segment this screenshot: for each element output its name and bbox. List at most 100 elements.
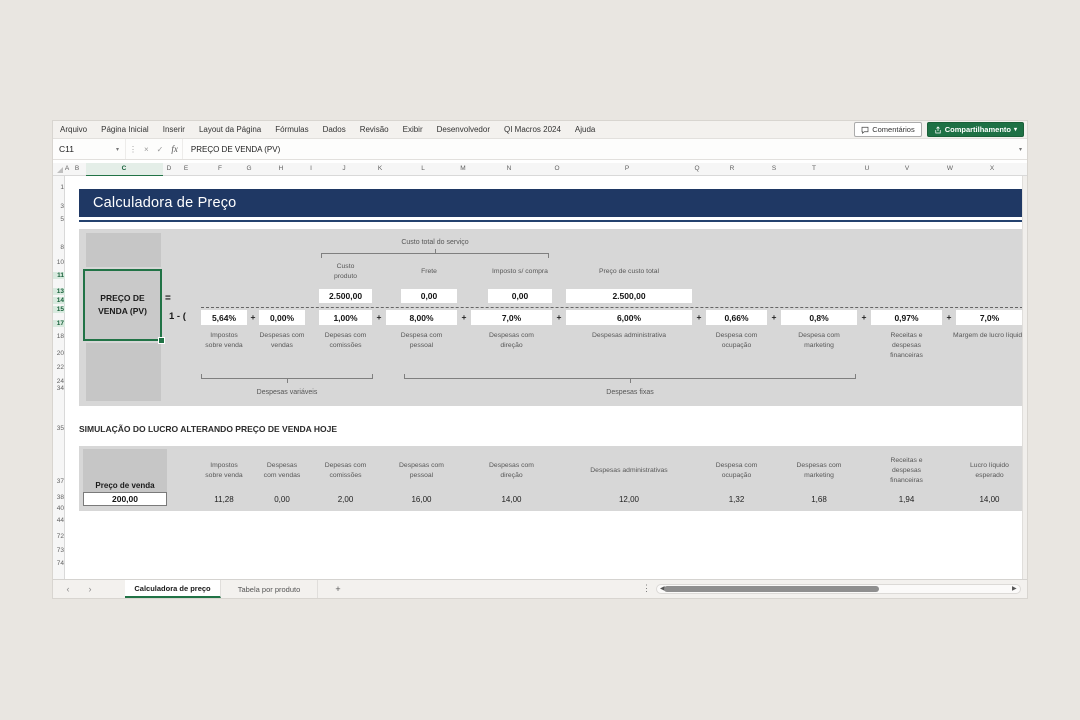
sim-value-cell-receitas-e-despesas-financeiras[interactable]: 1,94 bbox=[877, 495, 937, 504]
menu-item-formulas[interactable]: Fórmulas bbox=[268, 121, 315, 139]
menu-item-arquivo[interactable]: Arquivo bbox=[53, 121, 94, 139]
row-header-72[interactable]: 72 bbox=[53, 533, 65, 540]
column-header-n[interactable]: N bbox=[502, 165, 516, 172]
percent-cell-impostos-sobre-venda[interactable]: 5,64% bbox=[201, 310, 247, 325]
price-input-cell[interactable]: 200,00 bbox=[83, 492, 167, 506]
menu-item-exibir[interactable]: Exibir bbox=[396, 121, 430, 139]
sim-value-cell-despesas-administrativas[interactable]: 12,00 bbox=[599, 495, 659, 504]
sim-column-header-despesas-com-direcao: Despesas com direção bbox=[478, 451, 546, 491]
menu-item-layout-da-pagina[interactable]: Layout da Página bbox=[192, 121, 268, 139]
row-header-34[interactable]: 34 bbox=[53, 385, 65, 392]
sim-value-cell-depesas-com-comissoes[interactable]: 2,00 bbox=[316, 495, 376, 504]
confirm-icon[interactable]: ✓ bbox=[153, 145, 168, 154]
column-header-v[interactable]: V bbox=[900, 165, 914, 172]
column-header-m[interactable]: M bbox=[456, 165, 470, 172]
row-header-20[interactable]: 20 bbox=[53, 350, 65, 357]
menu-item-qi-macros-2024[interactable]: QI Macros 2024 bbox=[497, 121, 568, 139]
column-header-s[interactable]: S bbox=[767, 165, 781, 172]
column-header-d[interactable]: D bbox=[162, 165, 176, 172]
row-header-35[interactable]: 35 bbox=[53, 425, 65, 432]
sim-value-cell-despesa-com-ocupacao[interactable]: 1,32 bbox=[707, 495, 767, 504]
column-header-h[interactable]: H bbox=[274, 165, 288, 172]
cost-value-cell-imposto-s-compra[interactable]: 0,00 bbox=[488, 289, 552, 303]
menu-item-ajuda[interactable]: Ajuda bbox=[568, 121, 602, 139]
row-header-1[interactable]: 1 bbox=[53, 184, 65, 191]
row-header-37[interactable]: 37 bbox=[53, 478, 65, 485]
column-header-x[interactable]: X bbox=[985, 165, 999, 172]
menu-item-inserir[interactable]: Inserir bbox=[156, 121, 192, 139]
horizontal-scrollbar-thumb[interactable] bbox=[664, 586, 879, 592]
sim-value-cell-lucro-liquido-esperado[interactable]: 14,00 bbox=[960, 495, 1020, 504]
percent-cell-receitas-e-despesas-financeiras[interactable]: 0,97% bbox=[871, 310, 942, 325]
row-header-22[interactable]: 22 bbox=[53, 364, 65, 371]
column-header-e[interactable]: E bbox=[179, 165, 193, 172]
column-header-o[interactable]: O bbox=[550, 165, 564, 172]
column-header-t[interactable]: T bbox=[807, 165, 821, 172]
percent-cell-despesa-com-ocupacao[interactable]: 0,66% bbox=[706, 310, 767, 325]
sim-value-cell-impostos-sobre-venda[interactable]: 11,28 bbox=[194, 495, 254, 504]
menu-item-revisao[interactable]: Revisão bbox=[353, 121, 396, 139]
sheet-tab-calculadora-de-preco[interactable]: Calculadora de preço bbox=[125, 580, 221, 598]
column-header-j[interactable]: J bbox=[337, 165, 351, 172]
column-header-g[interactable]: G bbox=[242, 165, 256, 172]
percent-cell-despesa-com-pessoal[interactable]: 8,00% bbox=[386, 310, 457, 325]
next-sheet-arrow[interactable]: › bbox=[79, 580, 101, 598]
column-header-l[interactable]: L bbox=[416, 165, 430, 172]
prev-sheet-arrow[interactable]: ‹ bbox=[57, 580, 79, 598]
column-header-f[interactable]: F bbox=[213, 165, 227, 172]
row-header-74[interactable]: 74 bbox=[53, 560, 65, 567]
cost-value-cell-frete[interactable]: 0,00 bbox=[401, 289, 457, 303]
percent-label-depesas-com-comissoes: Depesas com comissões bbox=[321, 331, 371, 351]
cancel-icon[interactable]: × bbox=[140, 145, 153, 154]
percent-cell-margem-de-lucro-liquido[interactable]: 7,0% bbox=[956, 310, 1023, 325]
row-header-5[interactable]: 5 bbox=[53, 216, 65, 223]
percent-cell-despesas-administrativa[interactable]: 6,00% bbox=[566, 310, 692, 325]
column-header-u[interactable]: U bbox=[860, 165, 874, 172]
row-header-38[interactable]: 38 bbox=[53, 494, 65, 501]
comments-button[interactable]: Comentários bbox=[854, 122, 922, 137]
sim-column-header-despesas-com-marketing: Despesas com marketing bbox=[786, 451, 852, 491]
column-header-w[interactable]: W bbox=[943, 165, 957, 172]
sim-value-cell-despesas-com-marketing[interactable]: 1,68 bbox=[789, 495, 849, 504]
row-header-8[interactable]: 8 bbox=[53, 244, 65, 251]
cost-value-cell-preco-de-custo-total[interactable]: 2.500,00 bbox=[566, 289, 692, 303]
vertical-scrollbar[interactable] bbox=[1022, 176, 1027, 581]
column-header-c[interactable]: C bbox=[117, 165, 131, 172]
selected-cell-preco-de-venda[interactable]: PREÇO DE VENDA (PV) bbox=[83, 269, 162, 341]
title-underline bbox=[79, 220, 1024, 222]
scroll-right-icon[interactable]: ▶ bbox=[1012, 585, 1017, 592]
column-header-p[interactable]: P bbox=[620, 165, 634, 172]
percent-cell-despesas-com-direcao[interactable]: 7,0% bbox=[471, 310, 552, 325]
menu-item-dados[interactable]: Dados bbox=[316, 121, 353, 139]
row-header-18[interactable]: 18 bbox=[53, 333, 65, 340]
row-header-3[interactable]: 3 bbox=[53, 203, 65, 210]
column-header-b[interactable]: B bbox=[70, 165, 84, 172]
add-sheet-button[interactable]: + bbox=[318, 580, 358, 598]
percent-cell-depesas-com-comissoes[interactable]: 1,00% bbox=[319, 310, 372, 325]
fill-handle[interactable] bbox=[158, 337, 165, 344]
column-header-k[interactable]: K bbox=[373, 165, 387, 172]
column-header-r[interactable]: R bbox=[725, 165, 739, 172]
column-header-i[interactable]: I bbox=[304, 165, 318, 172]
sim-value-cell-despesas-com-vendas[interactable]: 0,00 bbox=[252, 495, 312, 504]
column-header-q[interactable]: Q bbox=[690, 165, 704, 172]
percent-cell-despesa-com-marketing[interactable]: 0,8% bbox=[781, 310, 857, 325]
insert-function-icon[interactable]: fx bbox=[167, 144, 182, 154]
row-header-44[interactable]: 44 bbox=[53, 517, 65, 524]
name-box[interactable]: C11 ▾ bbox=[53, 139, 126, 159]
row-header-24[interactable]: 24 bbox=[53, 378, 65, 385]
sheet-tab-tabela-por-produto[interactable]: Tabela por produto bbox=[221, 580, 318, 598]
formula-input[interactable]: PREÇO DE VENDA (PV) bbox=[182, 139, 1014, 159]
row-header-73[interactable]: 73 bbox=[53, 547, 65, 554]
row-header-10[interactable]: 10 bbox=[53, 259, 65, 266]
sim-value-cell-despesas-com-pessoal[interactable]: 16,00 bbox=[392, 495, 452, 504]
cost-column-header-preco-de-custo-total: Preço de custo total bbox=[574, 259, 684, 285]
percent-cell-despesas-com-vendas[interactable]: 0,00% bbox=[259, 310, 305, 325]
row-header-40[interactable]: 40 bbox=[53, 505, 65, 512]
cost-value-cell-custo-produto[interactable]: 2.500,00 bbox=[319, 289, 372, 303]
menu-item-desenvolvedor[interactable]: Desenvolvedor bbox=[430, 121, 497, 139]
formula-expand-icon[interactable]: ▾ bbox=[1014, 146, 1027, 153]
menu-item-pagina-inicial[interactable]: Página Inicial bbox=[94, 121, 156, 139]
share-button[interactable]: Compartilhamento ▾ bbox=[927, 122, 1024, 137]
sim-value-cell-despesas-com-direcao[interactable]: 14,00 bbox=[482, 495, 542, 504]
